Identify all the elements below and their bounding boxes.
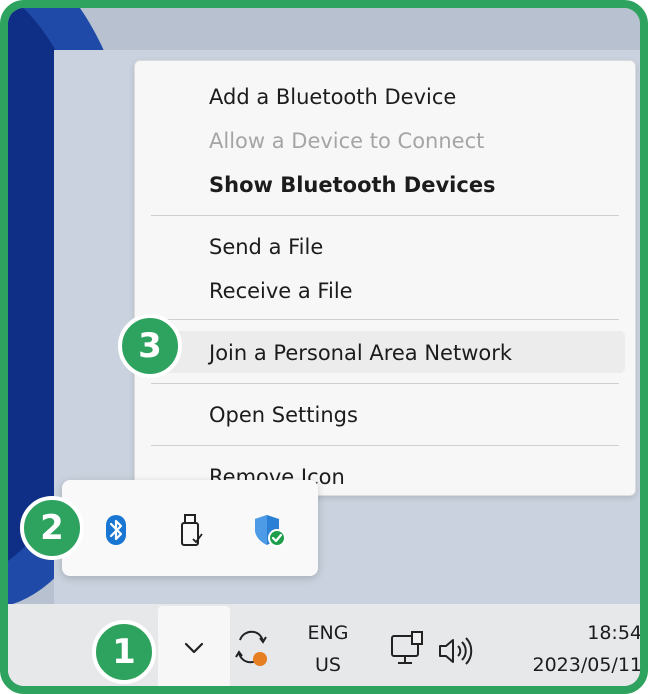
menu-item-allow-device-to-connect: Allow a Device to Connect bbox=[209, 129, 485, 153]
menu-item-show-bluetooth-devices[interactable]: Show Bluetooth Devices bbox=[209, 167, 496, 203]
usb-eject-icon[interactable] bbox=[174, 512, 206, 548]
menu-item-send-file[interactable]: Send a File bbox=[209, 229, 323, 265]
sync-pending-icon[interactable] bbox=[232, 626, 272, 674]
network-wired-icon[interactable] bbox=[388, 630, 428, 674]
bluetooth-context-menu: Add a Bluetooth Device Allow a Device to… bbox=[134, 60, 636, 496]
chevron-icon bbox=[180, 638, 208, 662]
menu-item-join-personal-area-network[interactable]: Join a Personal Area Network bbox=[209, 335, 512, 371]
language-region: US bbox=[315, 654, 341, 676]
show-hidden-icons-button[interactable] bbox=[158, 606, 230, 686]
menu-separator bbox=[151, 215, 619, 216]
menu-separator bbox=[151, 319, 619, 320]
clock-date: 2023/05/11 bbox=[532, 654, 642, 676]
screenshot-frame: Add a Bluetooth Device Allow a Device to… bbox=[0, 0, 648, 694]
menu-item-receive-file[interactable]: Receive a File bbox=[209, 273, 353, 309]
clock[interactable]: 18:54 2023/05/11 bbox=[502, 622, 642, 676]
menu-item-open-settings[interactable]: Open Settings bbox=[209, 397, 358, 433]
language-indicator[interactable]: ENG US bbox=[298, 622, 358, 676]
callout-badge-2: 2 bbox=[20, 496, 84, 560]
windows-security-icon[interactable] bbox=[252, 512, 286, 548]
bluetooth-icon[interactable] bbox=[100, 512, 132, 548]
callout-badge-3: 3 bbox=[118, 314, 182, 378]
menu-item-add-bluetooth-device[interactable]: Add a Bluetooth Device bbox=[209, 79, 456, 115]
hidden-icons-flyout bbox=[62, 480, 318, 576]
volume-icon[interactable] bbox=[436, 634, 476, 672]
callout-badge-1: 1 bbox=[92, 620, 156, 684]
menu-separator bbox=[151, 445, 619, 446]
language-code: ENG bbox=[307, 622, 349, 644]
clock-time: 18:54 bbox=[587, 622, 642, 644]
menu-separator bbox=[151, 383, 619, 384]
